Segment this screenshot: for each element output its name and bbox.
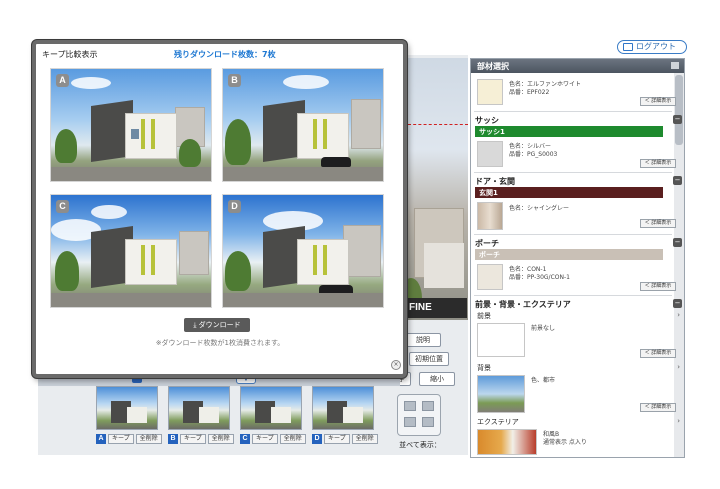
material-swatch[interactable]: [477, 79, 503, 105]
keep-thumbnails: A キープ 全削除 B キープ 全削除 C キープ 全削除 D キープ 全削除: [90, 386, 390, 448]
porch-bar[interactable]: ポーチ: [475, 249, 663, 260]
logout-button[interactable]: ログアウト: [617, 40, 687, 54]
background-text: 色、都市: [531, 377, 556, 384]
preview-photo: [400, 58, 468, 320]
material-swatch[interactable]: [477, 202, 503, 230]
chevron-right-icon[interactable]: ›: [677, 417, 680, 425]
keep-button[interactable]: キープ: [324, 434, 350, 444]
chevron-right-icon[interactable]: ›: [677, 363, 680, 371]
detail-button[interactable]: ＜ 詳細表示: [640, 282, 676, 291]
section-title-door: ドア・玄関: [475, 177, 515, 186]
collapse-icon[interactable]: −: [673, 299, 682, 308]
keep-thumb[interactable]: [312, 386, 374, 430]
keep-thumb[interactable]: [168, 386, 230, 430]
exterior-title: エクステリア: [477, 418, 519, 426]
material-color: 色名：CON-1: [509, 266, 547, 273]
show-all-button[interactable]: [397, 394, 441, 436]
chevron-right-icon[interactable]: ›: [677, 311, 680, 319]
material-code: 品番：PP-30G/CON-1: [509, 274, 570, 281]
section-title-exterior: 前景・背景・エクステリア: [475, 300, 571, 309]
material-color: 色名：シルバー: [509, 143, 552, 150]
compare-image-d[interactable]: D: [222, 194, 384, 308]
detail-button[interactable]: ＜ 詳細表示: [640, 349, 676, 358]
collapse-icon[interactable]: −: [673, 115, 682, 124]
foreground-title: 前景: [477, 312, 491, 320]
delete-button[interactable]: 全削除: [279, 434, 306, 444]
material-swatch[interactable]: [477, 264, 503, 290]
show-all-label: 並べて表示：: [399, 441, 441, 449]
guide-line: [408, 124, 468, 125]
material-swatch[interactable]: [477, 141, 503, 167]
foreground-text: 前景なし: [531, 325, 556, 332]
material-color: 色名：シャイングレー: [509, 205, 570, 212]
building-shape: [424, 243, 464, 288]
keep-button[interactable]: キープ: [108, 434, 134, 444]
compare-image-a[interactable]: A: [50, 68, 212, 182]
material-code: 品番：PG_S0003: [509, 151, 558, 158]
compare-image-b[interactable]: B: [222, 68, 384, 182]
material-code: 品番：EPF022: [509, 89, 550, 96]
keep-thumb[interactable]: [96, 386, 158, 430]
download-label: ダウンロード: [198, 321, 241, 329]
delete-button[interactable]: 全削除: [207, 434, 234, 444]
initial-position-button[interactable]: 初期位置: [409, 352, 449, 366]
exterior-line2: 通常表示 点入り: [543, 439, 587, 446]
sash-bar[interactable]: サッシ1: [475, 126, 663, 137]
collapse-icon[interactable]: −: [673, 176, 682, 185]
keep-button[interactable]: キープ: [180, 434, 206, 444]
panel-header: 部材選択: [471, 59, 684, 73]
detail-button[interactable]: ＜ 詳細表示: [640, 403, 676, 412]
section-title-sash: サッシ: [475, 116, 499, 125]
delete-button[interactable]: 全削除: [351, 434, 378, 444]
panel-menu-icon[interactable]: [671, 62, 679, 69]
logout-label: ログアウト: [636, 42, 676, 51]
image-badge: C: [56, 200, 69, 213]
detail-button[interactable]: ＜ 詳細表示: [640, 219, 676, 228]
thumb-label: B: [168, 434, 178, 444]
logout-icon: [623, 43, 633, 51]
keep-compare-modal: キープ比較表示 残りダウンロード枚数：7枚 A B C D ⤓ ダウンロード ※…: [32, 40, 407, 378]
foreground-swatch[interactable]: [477, 323, 525, 357]
exterior-swatch[interactable]: [477, 429, 537, 455]
app-stage: FINE 説明 初期位置 保存 縮小 ▼ A キープ 全削除 B キープ 全削除…: [0, 0, 720, 489]
keep-button[interactable]: キープ: [252, 434, 278, 444]
background-swatch[interactable]: [477, 375, 525, 413]
compare-image-c[interactable]: C: [50, 194, 212, 308]
close-icon[interactable]: ×: [391, 360, 401, 370]
detail-button[interactable]: ＜ 詳細表示: [640, 159, 676, 168]
section-title-porch: ポーチ: [475, 239, 499, 248]
panel-title: 部材選択: [477, 62, 509, 71]
thumb-label: C: [240, 434, 250, 444]
keep-thumb[interactable]: [240, 386, 302, 430]
image-badge: B: [228, 74, 241, 87]
download-icon: ⤓: [193, 321, 197, 329]
remaining-downloads: 残りダウンロード枚数：7枚: [174, 50, 276, 59]
material-panel: 部材選択 色名：エルファンホワイト 品番：EPF022 ＜ 詳細表示 サッシ −…: [470, 58, 685, 458]
image-badge: A: [56, 74, 69, 87]
modal-title: キープ比較表示: [42, 50, 98, 59]
thumb-label: D: [312, 434, 322, 444]
panel-scrollbar[interactable]: [674, 73, 684, 457]
material-color: 色名：エルファンホワイト: [509, 81, 582, 88]
exterior-line1: 和風B: [543, 431, 560, 438]
fine-logo: FINE: [405, 298, 467, 318]
door-bar[interactable]: 玄関1: [475, 187, 663, 198]
explain-button[interactable]: 説明: [405, 333, 441, 347]
download-button[interactable]: ⤓ ダウンロード: [184, 318, 250, 332]
shrink-button[interactable]: 縮小: [419, 372, 455, 386]
thumb-label: A: [96, 434, 106, 444]
background-title: 背景: [477, 364, 491, 372]
image-badge: D: [228, 200, 241, 213]
delete-button[interactable]: 全削除: [135, 434, 162, 444]
detail-button[interactable]: ＜ 詳細表示: [640, 97, 676, 106]
collapse-icon[interactable]: −: [673, 238, 682, 247]
download-note: ※ダウンロード枚数が1枚消費されます。: [155, 339, 285, 347]
